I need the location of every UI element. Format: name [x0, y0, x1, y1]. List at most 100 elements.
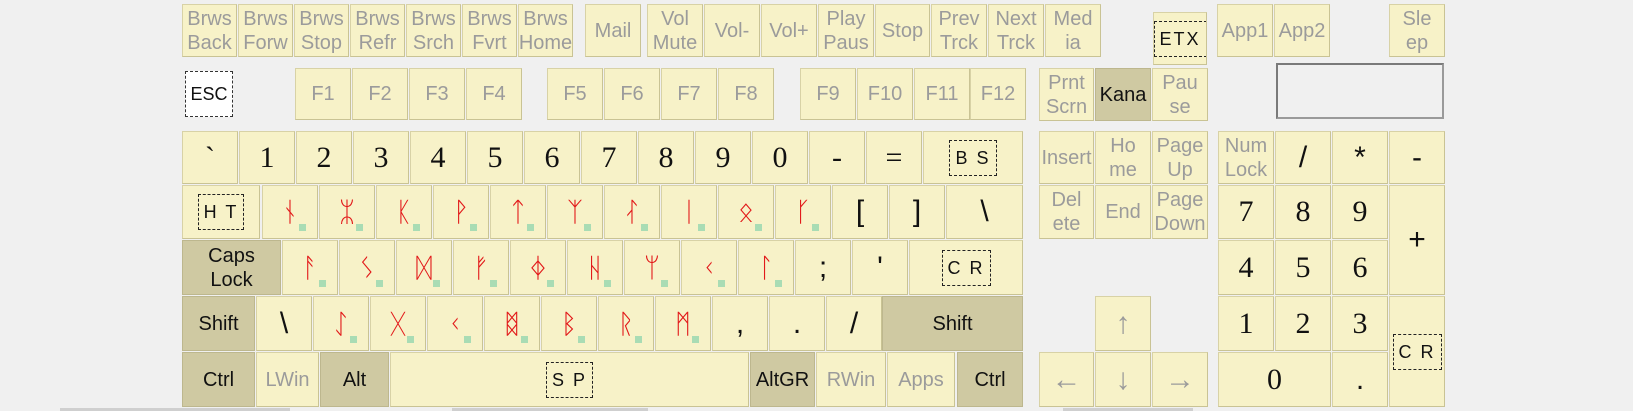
sleep-key[interactable]: Sle ep — [1389, 4, 1445, 57]
letter-key[interactable]: ᛘ — [624, 240, 680, 295]
end-key[interactable]: End — [1095, 185, 1151, 239]
media-key[interactable]: Brws Forw — [238, 4, 293, 57]
play-pause-key[interactable]: Play Paus — [818, 4, 874, 57]
numpad-key[interactable]: 6 — [1332, 240, 1388, 295]
right-shift-key[interactable]: Shift — [882, 296, 1023, 351]
letter-key[interactable]: ᚲ — [681, 240, 737, 295]
numpad-key[interactable]: 4 — [1218, 240, 1274, 295]
bracket-key[interactable]: ] — [889, 185, 945, 239]
backspace-key[interactable]: B S — [923, 131, 1023, 184]
num-lock-key[interactable]: Num Lock — [1218, 131, 1274, 184]
letter-key[interactable]: ᚹ — [433, 185, 489, 239]
f-key[interactable]: F1 — [295, 68, 351, 120]
slash-key[interactable]: / — [826, 296, 882, 351]
numpad-enter-key[interactable]: C R — [1389, 296, 1445, 407]
number-key[interactable]: 6 — [524, 131, 580, 184]
f-key[interactable]: F10 — [857, 68, 913, 120]
letter-key[interactable]: ᚷ — [370, 296, 426, 351]
letter-key[interactable]: ᚲ — [427, 296, 483, 351]
insert-key[interactable]: Insert — [1039, 131, 1094, 184]
f-key[interactable]: F6 — [604, 68, 660, 120]
number-key[interactable]: 7 — [581, 131, 637, 184]
stop-key[interactable]: Stop — [875, 4, 930, 57]
letter-key[interactable]: ᛏ — [490, 185, 546, 239]
pause-key[interactable]: Pau se — [1152, 68, 1208, 121]
letter-key[interactable]: ᛒ — [541, 296, 597, 351]
letter-key[interactable]: ᚾ — [262, 185, 318, 239]
letter-key[interactable]: ᛟ — [718, 185, 774, 239]
home-key[interactable]: Ho me — [1095, 131, 1151, 184]
letter-key[interactable]: ᚠ — [453, 240, 509, 295]
comma-key[interactable]: , — [712, 296, 768, 351]
esc-key[interactable]: ESC — [182, 68, 238, 120]
vol-up-key[interactable]: Vol+ — [761, 4, 817, 57]
f-key[interactable]: F4 — [466, 68, 522, 120]
number-key[interactable]: = — [866, 131, 922, 184]
prev-track-key[interactable]: Prev Trck — [931, 4, 987, 57]
enter-key[interactable]: C R — [909, 240, 1023, 295]
media-key[interactable]: Brws Home — [518, 4, 573, 57]
left-win-key[interactable]: LWin — [256, 352, 319, 407]
print-screen-key[interactable]: Prnt Scrn — [1039, 68, 1094, 121]
bracket-key[interactable]: [ — [832, 185, 888, 239]
numpad-key[interactable]: 3 — [1332, 296, 1388, 351]
mail-key[interactable]: Mail — [585, 4, 641, 57]
semicolon-key[interactable]: ; — [795, 240, 851, 295]
letter-key[interactable]: ᛉ — [547, 185, 603, 239]
letter-key[interactable]: ᚱ — [598, 296, 654, 351]
letter-key[interactable]: ᚨ — [282, 240, 338, 295]
f-key[interactable]: F3 — [409, 68, 465, 120]
page-down-key[interactable]: Page Down — [1152, 185, 1208, 239]
next-track-key[interactable]: Next Trck — [988, 4, 1044, 57]
letter-key[interactable]: ᛁ — [661, 185, 717, 239]
number-key[interactable]: 9 — [695, 131, 751, 184]
number-key[interactable]: 0 — [752, 131, 808, 184]
letter-key[interactable]: ᛞ — [396, 240, 452, 295]
number-key[interactable]: 4 — [410, 131, 466, 184]
apps-key[interactable]: Apps — [887, 352, 955, 407]
letter-key[interactable]: ᛇ — [313, 296, 369, 351]
letter-key[interactable]: ᛥ — [484, 296, 540, 351]
app1-key[interactable]: App1 — [1217, 4, 1273, 57]
app2-key[interactable]: App2 — [1274, 4, 1330, 57]
letter-key[interactable]: ᛚ — [738, 240, 794, 295]
tab-key[interactable]: H T — [182, 185, 260, 239]
letter-key[interactable]: ᛊ — [339, 240, 395, 295]
space-key[interactable]: S P — [390, 352, 749, 407]
media-key[interactable]: Brws Fvrt — [462, 4, 517, 57]
alt-key[interactable]: Alt — [320, 352, 389, 407]
arrow-up-key[interactable]: ↑ — [1095, 296, 1151, 351]
kana-key[interactable]: Kana — [1095, 68, 1151, 121]
arrow-down-key[interactable]: ↓ — [1095, 352, 1151, 407]
numpad-key[interactable]: 8 — [1275, 185, 1331, 239]
vol-mute-key[interactable]: Vol Mute — [647, 4, 703, 57]
media-key[interactable]: Brws Srch — [406, 4, 461, 57]
left-shift-key[interactable]: Shift — [182, 296, 255, 351]
numpad-key[interactable]: 2 — [1275, 296, 1331, 351]
f-key[interactable]: F12 — [970, 68, 1026, 120]
left-ctrl-key[interactable]: Ctrl — [182, 352, 255, 407]
numpad-decimal-key[interactable]: . — [1332, 352, 1388, 407]
media-key[interactable]: Brws Back — [182, 4, 237, 57]
number-key[interactable]: 2 — [296, 131, 352, 184]
f-key[interactable]: F2 — [352, 68, 408, 120]
media-key[interactable]: Brws Refr — [350, 4, 405, 57]
numpad-multiply-key[interactable]: * — [1332, 131, 1388, 184]
number-key[interactable]: - — [809, 131, 865, 184]
numpad-divide-key[interactable]: / — [1275, 131, 1331, 184]
f-key[interactable]: F5 — [547, 68, 603, 120]
number-key[interactable]: 5 — [467, 131, 523, 184]
numpad-plus-key[interactable]: + — [1389, 185, 1445, 295]
period-key[interactable]: . — [769, 296, 825, 351]
letter-key[interactable]: ᛄ — [510, 240, 566, 295]
numpad-zero-key[interactable]: 0 — [1218, 352, 1331, 407]
letter-key[interactable]: ᛮ — [604, 185, 660, 239]
f-key[interactable]: F11 — [914, 68, 970, 120]
backslash-key[interactable]: \ — [946, 185, 1023, 239]
number-key[interactable]: 3 — [353, 131, 409, 184]
etx-key[interactable]: ETX — [1153, 12, 1207, 65]
right-win-key[interactable]: RWin — [816, 352, 886, 407]
f-key[interactable]: F7 — [661, 68, 717, 120]
media-key[interactable]: Med ia — [1045, 4, 1101, 57]
numpad-key[interactable]: 7 — [1218, 185, 1274, 239]
